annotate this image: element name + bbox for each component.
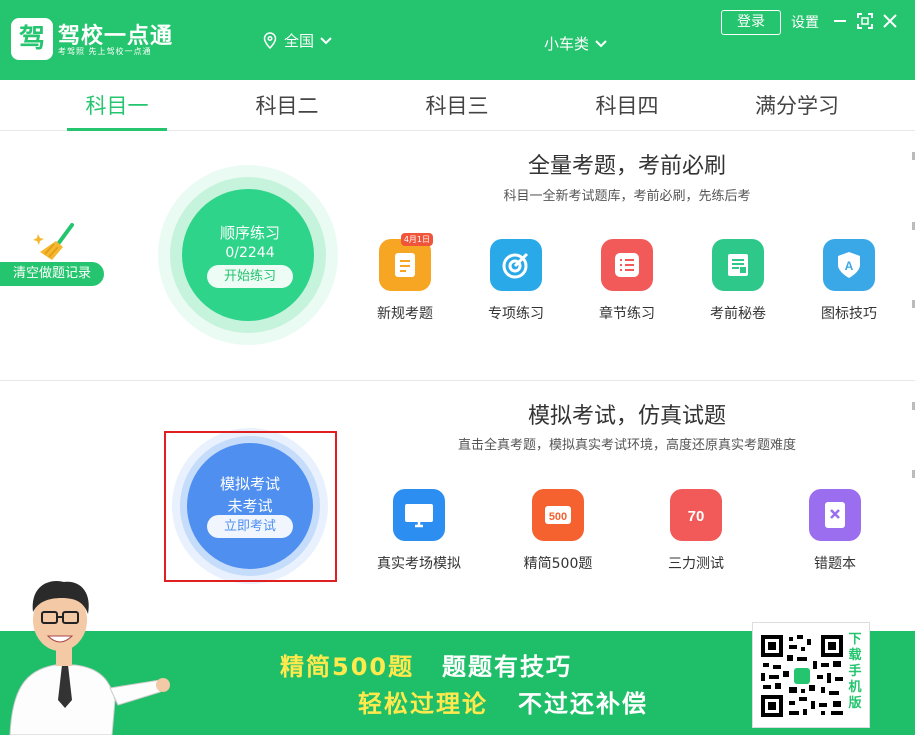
- title-bar: 驾 驾校一点通 考驾照 先上驾校一点通 全国 小车类 登录 设置: [0, 0, 915, 80]
- banner-line1-text: 题题有技巧: [442, 653, 572, 681]
- tab-subject-3[interactable]: 科目三: [397, 90, 517, 120]
- practice-section-title: 全量考题，考前必刷: [527, 154, 726, 179]
- tab-subject-4[interactable]: 科目四: [567, 90, 687, 120]
- car-type-selector[interactable]: 小车类: [544, 33, 607, 54]
- exam-section-title: 模拟考试，仿真试题: [527, 404, 726, 429]
- real-exam-label: 真实考场模拟: [377, 556, 461, 572]
- new-rules-label: 新规考题: [377, 306, 433, 322]
- chevron-down-icon: [320, 36, 332, 44]
- download-app-text: 下载手机版: [848, 632, 862, 711]
- chapter-practice-label: 章节练习: [599, 306, 655, 322]
- wrong-book-label: 错题本: [814, 556, 856, 572]
- settings-button[interactable]: 设置: [791, 12, 819, 32]
- broom-icon: [33, 223, 74, 260]
- svg-text:A: A: [845, 259, 854, 273]
- subject-tabs: 科目一 科目二 科目三 科目四 满分学习: [0, 80, 915, 131]
- app-slogan: 考驾照 先上驾校一点通: [58, 47, 152, 56]
- banner-line2-highlight: 轻松过理论: [358, 690, 488, 718]
- fullscreen-icon: [857, 13, 873, 29]
- banner-line1-highlight: 精简500题: [280, 653, 415, 681]
- practice-progress: 0/2244: [225, 245, 275, 261]
- concise-500-label: 精简500题: [523, 556, 593, 572]
- fullscreen-button[interactable]: [855, 10, 875, 32]
- svg-text:500: 500: [549, 511, 567, 523]
- region-label: 全国: [284, 32, 315, 50]
- chevron-down-icon: [595, 39, 607, 47]
- login-button[interactable]: 登录: [721, 10, 781, 35]
- shield-a-icon: A: [823, 239, 875, 291]
- tab-full-score[interactable]: 满分学习: [737, 90, 857, 120]
- chapter-practice[interactable]: 章节练习: [587, 239, 667, 323]
- practice-section-subtitle: 科目一全新考试题库，考前必刷，先练后考: [503, 189, 751, 204]
- tab-subject-1[interactable]: 科目一: [57, 90, 177, 120]
- mascot-illustration: [9, 580, 170, 735]
- age-70-icon: 70: [670, 489, 722, 541]
- qr-code-icon: [757, 631, 847, 721]
- three-ability-label: 三力测试: [668, 556, 724, 572]
- concise-500[interactable]: 500 精简500题: [508, 489, 608, 573]
- exam-section-subtitle: 直击全真考题，模拟真实考试环境，高度还原真实考题难度: [457, 438, 796, 453]
- wrong-question-book[interactable]: 错题本: [795, 489, 875, 573]
- active-tab-indicator: [67, 128, 167, 131]
- close-button[interactable]: [880, 10, 900, 32]
- new-rules-questions[interactable]: 4月1日 新规考题: [365, 233, 445, 323]
- target-icon: [490, 239, 542, 291]
- new-rules-icon: 4月1日: [379, 233, 433, 291]
- minimize-icon: [834, 20, 846, 22]
- tab-subject-2[interactable]: 科目二: [227, 90, 347, 120]
- special-practice[interactable]: 专项练习: [476, 239, 556, 323]
- section-divider: [0, 380, 915, 381]
- three-ability-test[interactable]: 70 三力测试: [656, 489, 736, 573]
- sign-tips-label: 图标技巧: [821, 306, 877, 322]
- region-selector[interactable]: 全国: [262, 30, 332, 51]
- 500-icon: 500: [532, 489, 584, 541]
- monitor-icon: [393, 489, 445, 541]
- special-practice-label: 专项练习: [488, 306, 544, 322]
- start-practice-button[interactable]: 开始练习: [207, 265, 293, 288]
- sign-tips[interactable]: A 图标技巧: [809, 239, 889, 323]
- svg-text:70: 70: [688, 508, 705, 525]
- list-icon: [601, 239, 653, 291]
- close-icon: [883, 14, 897, 28]
- real-exam-simulation[interactable]: 真实考场模拟: [364, 489, 474, 573]
- app-logo: 驾: [11, 18, 53, 60]
- secret-paper-label: 考前秘卷: [710, 306, 766, 322]
- banner-line2-text: 不过还补偿: [518, 690, 648, 718]
- selection-highlight: [164, 431, 337, 582]
- clear-records-button[interactable]: 清空做题记录: [0, 262, 104, 286]
- minimize-button[interactable]: [830, 10, 850, 32]
- wrong-book-icon: [809, 489, 861, 541]
- sequential-practice-title: 顺序练习: [219, 224, 280, 242]
- new-rules-badge: 4月1日: [400, 233, 433, 246]
- secret-paper-icon: [712, 239, 764, 291]
- car-type-label: 小车类: [544, 35, 590, 53]
- pre-exam-secret-paper[interactable]: 考前秘卷: [698, 239, 778, 323]
- location-pin-icon: [263, 31, 277, 49]
